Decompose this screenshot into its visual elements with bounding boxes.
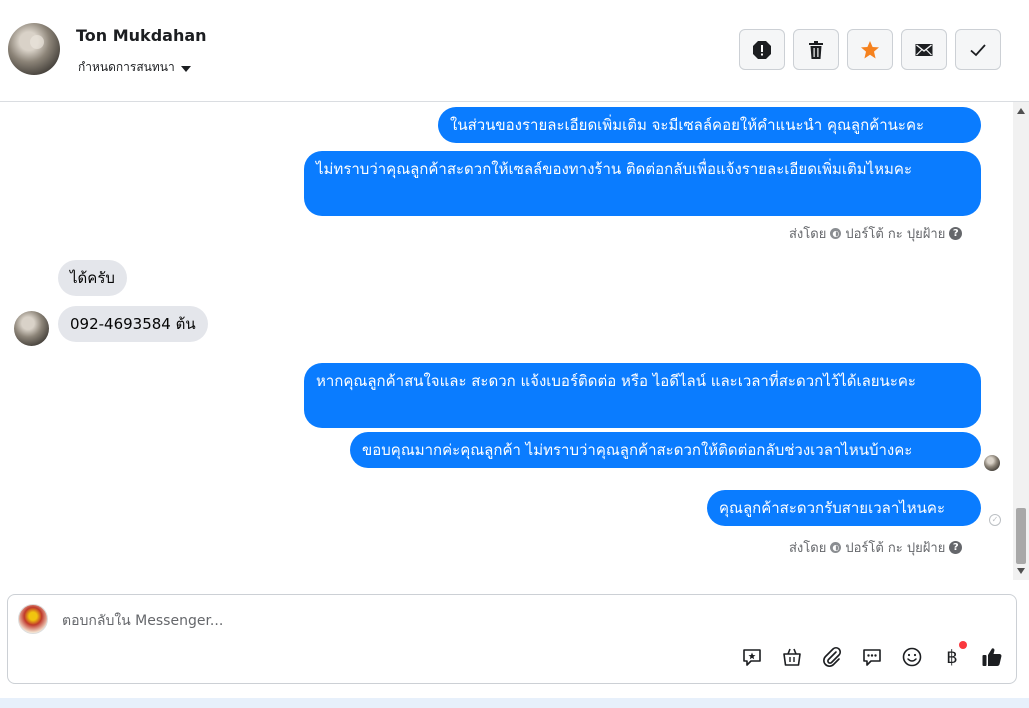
notification-dot (959, 641, 967, 649)
message-bubble-incoming[interactable]: 092-4693584 ต้น (58, 306, 208, 342)
help-icon[interactable]: ? (949, 227, 963, 240)
sent-by-label: ส่งโดย ◐ ปอร์โต้ กะ ปุยฝ้าย ? (789, 223, 963, 244)
scroll-thumb[interactable] (1016, 508, 1026, 564)
reply-composer: ฿ (7, 594, 1017, 684)
message-bubble-incoming[interactable]: ได้ครับ (58, 260, 127, 296)
conversation-settings-dropdown[interactable]: กำหนดการสนทนา (78, 58, 191, 77)
page-badge-icon: ◐ (830, 228, 842, 239)
chat-bubble-icon (863, 649, 881, 666)
smiley-icon (902, 647, 922, 667)
message-bubble-outgoing[interactable]: ในส่วนของรายละเอียดเพิ่มเติม จะมีเซลล์คอ… (438, 107, 981, 143)
saved-reply-button[interactable] (740, 645, 764, 669)
saved-reply-icon (743, 649, 761, 666)
page-avatar (18, 604, 48, 634)
customer-avatar[interactable] (14, 311, 49, 346)
thumbs-up-icon (982, 648, 1002, 666)
shopping-bag-icon (783, 648, 801, 666)
seen-avatar (984, 455, 1000, 471)
delete-button[interactable] (793, 29, 839, 70)
composer-toolbar: ฿ (740, 641, 1004, 669)
alert-icon (753, 40, 771, 59)
payment-button[interactable]: ฿ (940, 641, 967, 669)
delivered-check-icon: ✓ (989, 514, 1001, 526)
sent-by-prefix: ส่งโดย (789, 541, 827, 556)
sent-by-sender: ปอร์โต้ กะ ปุยฝ้าย (845, 541, 946, 556)
sent-by-prefix: ส่งโดย (789, 227, 827, 242)
sent-by-sender: ปอร์โต้ กะ ปุยฝ้าย (845, 227, 946, 242)
star-button[interactable] (847, 29, 893, 70)
mark-done-button[interactable] (955, 29, 1001, 70)
star-icon (861, 40, 879, 58)
mark-unread-button[interactable] (901, 29, 947, 70)
emoji-button[interactable] (900, 645, 924, 669)
message-bubble-outgoing[interactable]: หากคุณลูกค้าสนใจและ สะดวก แจ้งเบอร์ติดต่… (304, 363, 981, 428)
conversation-settings-label: กำหนดการสนทนา (78, 60, 175, 74)
shop-button[interactable] (780, 645, 804, 669)
baht-icon: ฿ (946, 646, 958, 668)
contact-name[interactable]: Ton Mukdahan (76, 26, 207, 45)
check-icon (970, 43, 986, 56)
bottom-strip (0, 698, 1029, 708)
thread-header: Ton Mukdahan กำหนดการสนทนา (0, 0, 1029, 102)
help-icon[interactable]: ? (949, 541, 963, 554)
attach-button[interactable] (820, 645, 844, 669)
sent-by-label: ส่งโดย ◐ ปอร์โต้ กะ ปุยฝ้าย ? (789, 537, 963, 558)
messenger-inbox-thread: Ton Mukdahan กำหนดการสนทนา ในส่วนของรายล… (0, 0, 1029, 708)
contact-avatar[interactable] (8, 23, 60, 75)
message-bubble-outgoing[interactable]: ไม่ทราบว่าคุณลูกค้าสะดวกให้เซลล์ของทางร้… (304, 151, 981, 216)
trash-icon (809, 40, 823, 59)
message-bubble-outgoing[interactable]: คุณลูกค้าสะดวกรับสายเวลาไหนคะ (707, 490, 981, 526)
reply-input[interactable] (62, 610, 962, 632)
report-button[interactable] (739, 29, 785, 70)
like-button[interactable] (980, 645, 1004, 669)
message-scrollbar[interactable] (1013, 102, 1029, 580)
envelope-icon (915, 43, 933, 56)
quick-replies-button[interactable] (860, 645, 884, 669)
page-badge-icon: ◐ (830, 542, 842, 553)
message-bubble-outgoing[interactable]: ขอบคุณมากค่ะคุณลูกค้า ไม่ทราบว่าคุณลูกค้… (350, 432, 981, 468)
chevron-down-icon (180, 65, 191, 72)
scroll-down-arrow-icon[interactable] (1017, 568, 1025, 574)
thread-actions (739, 29, 1001, 70)
paperclip-icon (823, 646, 842, 667)
scroll-up-arrow-icon[interactable] (1017, 108, 1025, 114)
